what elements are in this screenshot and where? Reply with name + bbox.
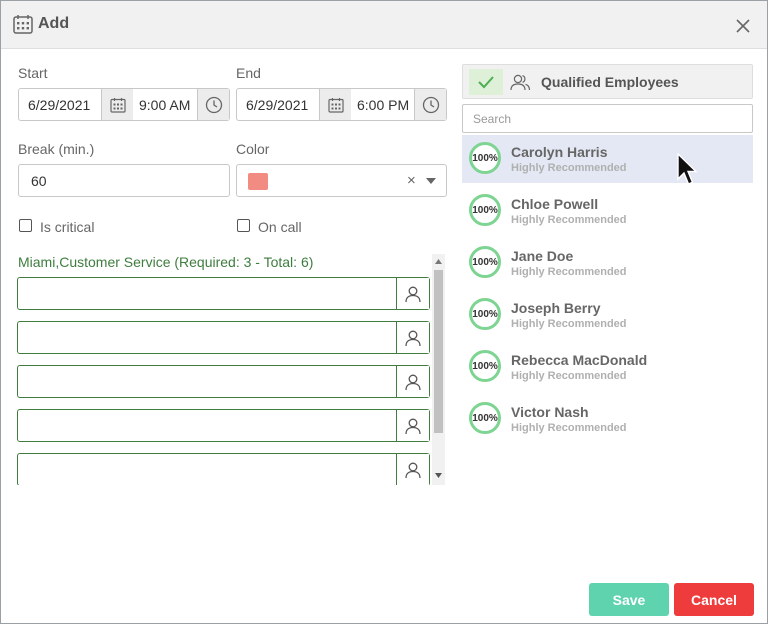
- break-input[interactable]: [31, 165, 221, 196]
- employee-list-item[interactable]: 100% Rebecca MacDonald Highly Recommende…: [462, 343, 753, 391]
- start-time-input[interactable]: [139, 89, 199, 120]
- calendar-icon: [109, 97, 126, 113]
- assign-employee-button[interactable]: [396, 322, 429, 353]
- employee-list-item[interactable]: 100% Jane Doe Highly Recommended: [462, 239, 753, 287]
- employee-search-input[interactable]: [473, 105, 743, 132]
- on-call-checkbox[interactable]: [237, 219, 250, 232]
- employee-recommendation: Highly Recommended: [511, 214, 627, 226]
- break-field: [18, 164, 230, 197]
- color-swatch: [248, 173, 268, 190]
- employee-recommendation: Highly Recommended: [511, 162, 627, 174]
- checkmark-icon: [478, 76, 494, 89]
- is-critical-checkbox[interactable]: [19, 219, 32, 232]
- dialog-title: Add: [38, 15, 70, 32]
- person-icon: [405, 462, 421, 478]
- assign-employee-button[interactable]: [396, 278, 429, 309]
- start-date-picker-button[interactable]: [101, 89, 133, 120]
- qualified-employees-title: Qualified Employees: [541, 74, 679, 90]
- employee-name: Chloe Powell: [511, 196, 599, 212]
- match-score-badge: 100%: [469, 402, 501, 434]
- person-icon: [405, 418, 421, 434]
- person-icon: [405, 330, 421, 346]
- start-date-input[interactable]: [28, 89, 106, 120]
- assignment-slot[interactable]: [17, 365, 430, 398]
- cancel-button[interactable]: Cancel: [674, 583, 754, 616]
- qualified-employees-header: Qualified Employees: [462, 64, 753, 99]
- employee-list-item[interactable]: 100% Joseph Berry Highly Recommended: [462, 291, 753, 339]
- person-icon: [405, 286, 421, 302]
- assignment-slot[interactable]: [17, 277, 430, 310]
- people-icon: [510, 74, 531, 91]
- employee-recommendation: Highly Recommended: [511, 370, 627, 382]
- mouse-cursor-icon: [677, 153, 698, 185]
- scrollbar-thumb[interactable]: [434, 270, 443, 433]
- clock-icon: [205, 96, 222, 113]
- assign-employee-button[interactable]: [396, 410, 429, 441]
- person-icon: [405, 374, 421, 390]
- assignment-slot[interactable]: [17, 409, 430, 442]
- chevron-down-icon[interactable]: [426, 178, 436, 184]
- employee-recommendation: Highly Recommended: [511, 266, 627, 278]
- all-employees-toggle[interactable]: [506, 69, 534, 95]
- match-score-badge: 100%: [469, 350, 501, 382]
- employee-list-item[interactable]: 100% Victor Nash Highly Recommended: [462, 395, 753, 443]
- assignment-slot[interactable]: [17, 321, 430, 354]
- end-date-input[interactable]: [246, 89, 324, 120]
- qualified-filter-toggle[interactable]: [469, 69, 503, 95]
- employee-name: Victor Nash: [511, 404, 589, 420]
- save-button[interactable]: Save: [589, 583, 669, 616]
- employee-recommendation: Highly Recommended: [511, 422, 627, 434]
- start-datetime-group: [18, 88, 230, 121]
- start-label: Start: [18, 65, 48, 81]
- employee-name: Jane Doe: [511, 248, 574, 264]
- calendar-grid-icon: [13, 15, 33, 34]
- assign-employee-button[interactable]: [396, 366, 429, 397]
- employee-recommendation: Highly Recommended: [511, 318, 627, 330]
- is-critical-label: Is critical: [40, 219, 95, 235]
- close-icon[interactable]: [733, 16, 753, 36]
- color-select[interactable]: ×: [236, 164, 447, 197]
- group-requirement-title: Miami,Customer Service (Required: 3 - To…: [18, 254, 314, 270]
- employee-list-item[interactable]: 100% Chloe Powell Highly Recommended: [462, 187, 753, 235]
- break-label: Break (min.): [18, 141, 95, 157]
- on-call-label: On call: [258, 219, 302, 235]
- match-score-badge: 100%: [469, 142, 501, 174]
- assignment-slots-list: [17, 271, 431, 485]
- assign-employee-button[interactable]: [396, 454, 429, 485]
- clock-icon: [422, 96, 439, 113]
- employee-name: Rebecca MacDonald: [511, 352, 648, 368]
- dialog-titlebar: Add: [1, 1, 767, 49]
- employee-name: Carolyn Harris: [511, 144, 608, 160]
- start-time-picker-button[interactable]: [197, 89, 229, 120]
- match-score-badge: 100%: [469, 298, 501, 330]
- color-label: Color: [236, 141, 270, 157]
- assignment-slot[interactable]: [17, 453, 430, 485]
- end-datetime-group: [236, 88, 447, 121]
- clear-color-icon[interactable]: ×: [407, 172, 416, 189]
- scroll-up-icon[interactable]: [435, 259, 442, 264]
- scroll-down-icon[interactable]: [435, 473, 442, 478]
- add-shift-dialog: Add Start End: [0, 0, 768, 624]
- end-time-input[interactable]: [357, 89, 417, 120]
- employee-name: Joseph Berry: [511, 300, 601, 316]
- end-label: End: [236, 65, 261, 81]
- calendar-icon: [327, 97, 344, 113]
- end-date-picker-button[interactable]: [319, 89, 351, 120]
- match-score-badge: 100%: [469, 194, 501, 226]
- employee-search-field: [462, 104, 753, 133]
- employee-list-item[interactable]: 100% Carolyn Harris Highly Recommended: [462, 135, 753, 183]
- match-score-badge: 100%: [469, 246, 501, 278]
- slots-scrollbar[interactable]: [432, 254, 445, 485]
- end-time-picker-button[interactable]: [414, 89, 446, 120]
